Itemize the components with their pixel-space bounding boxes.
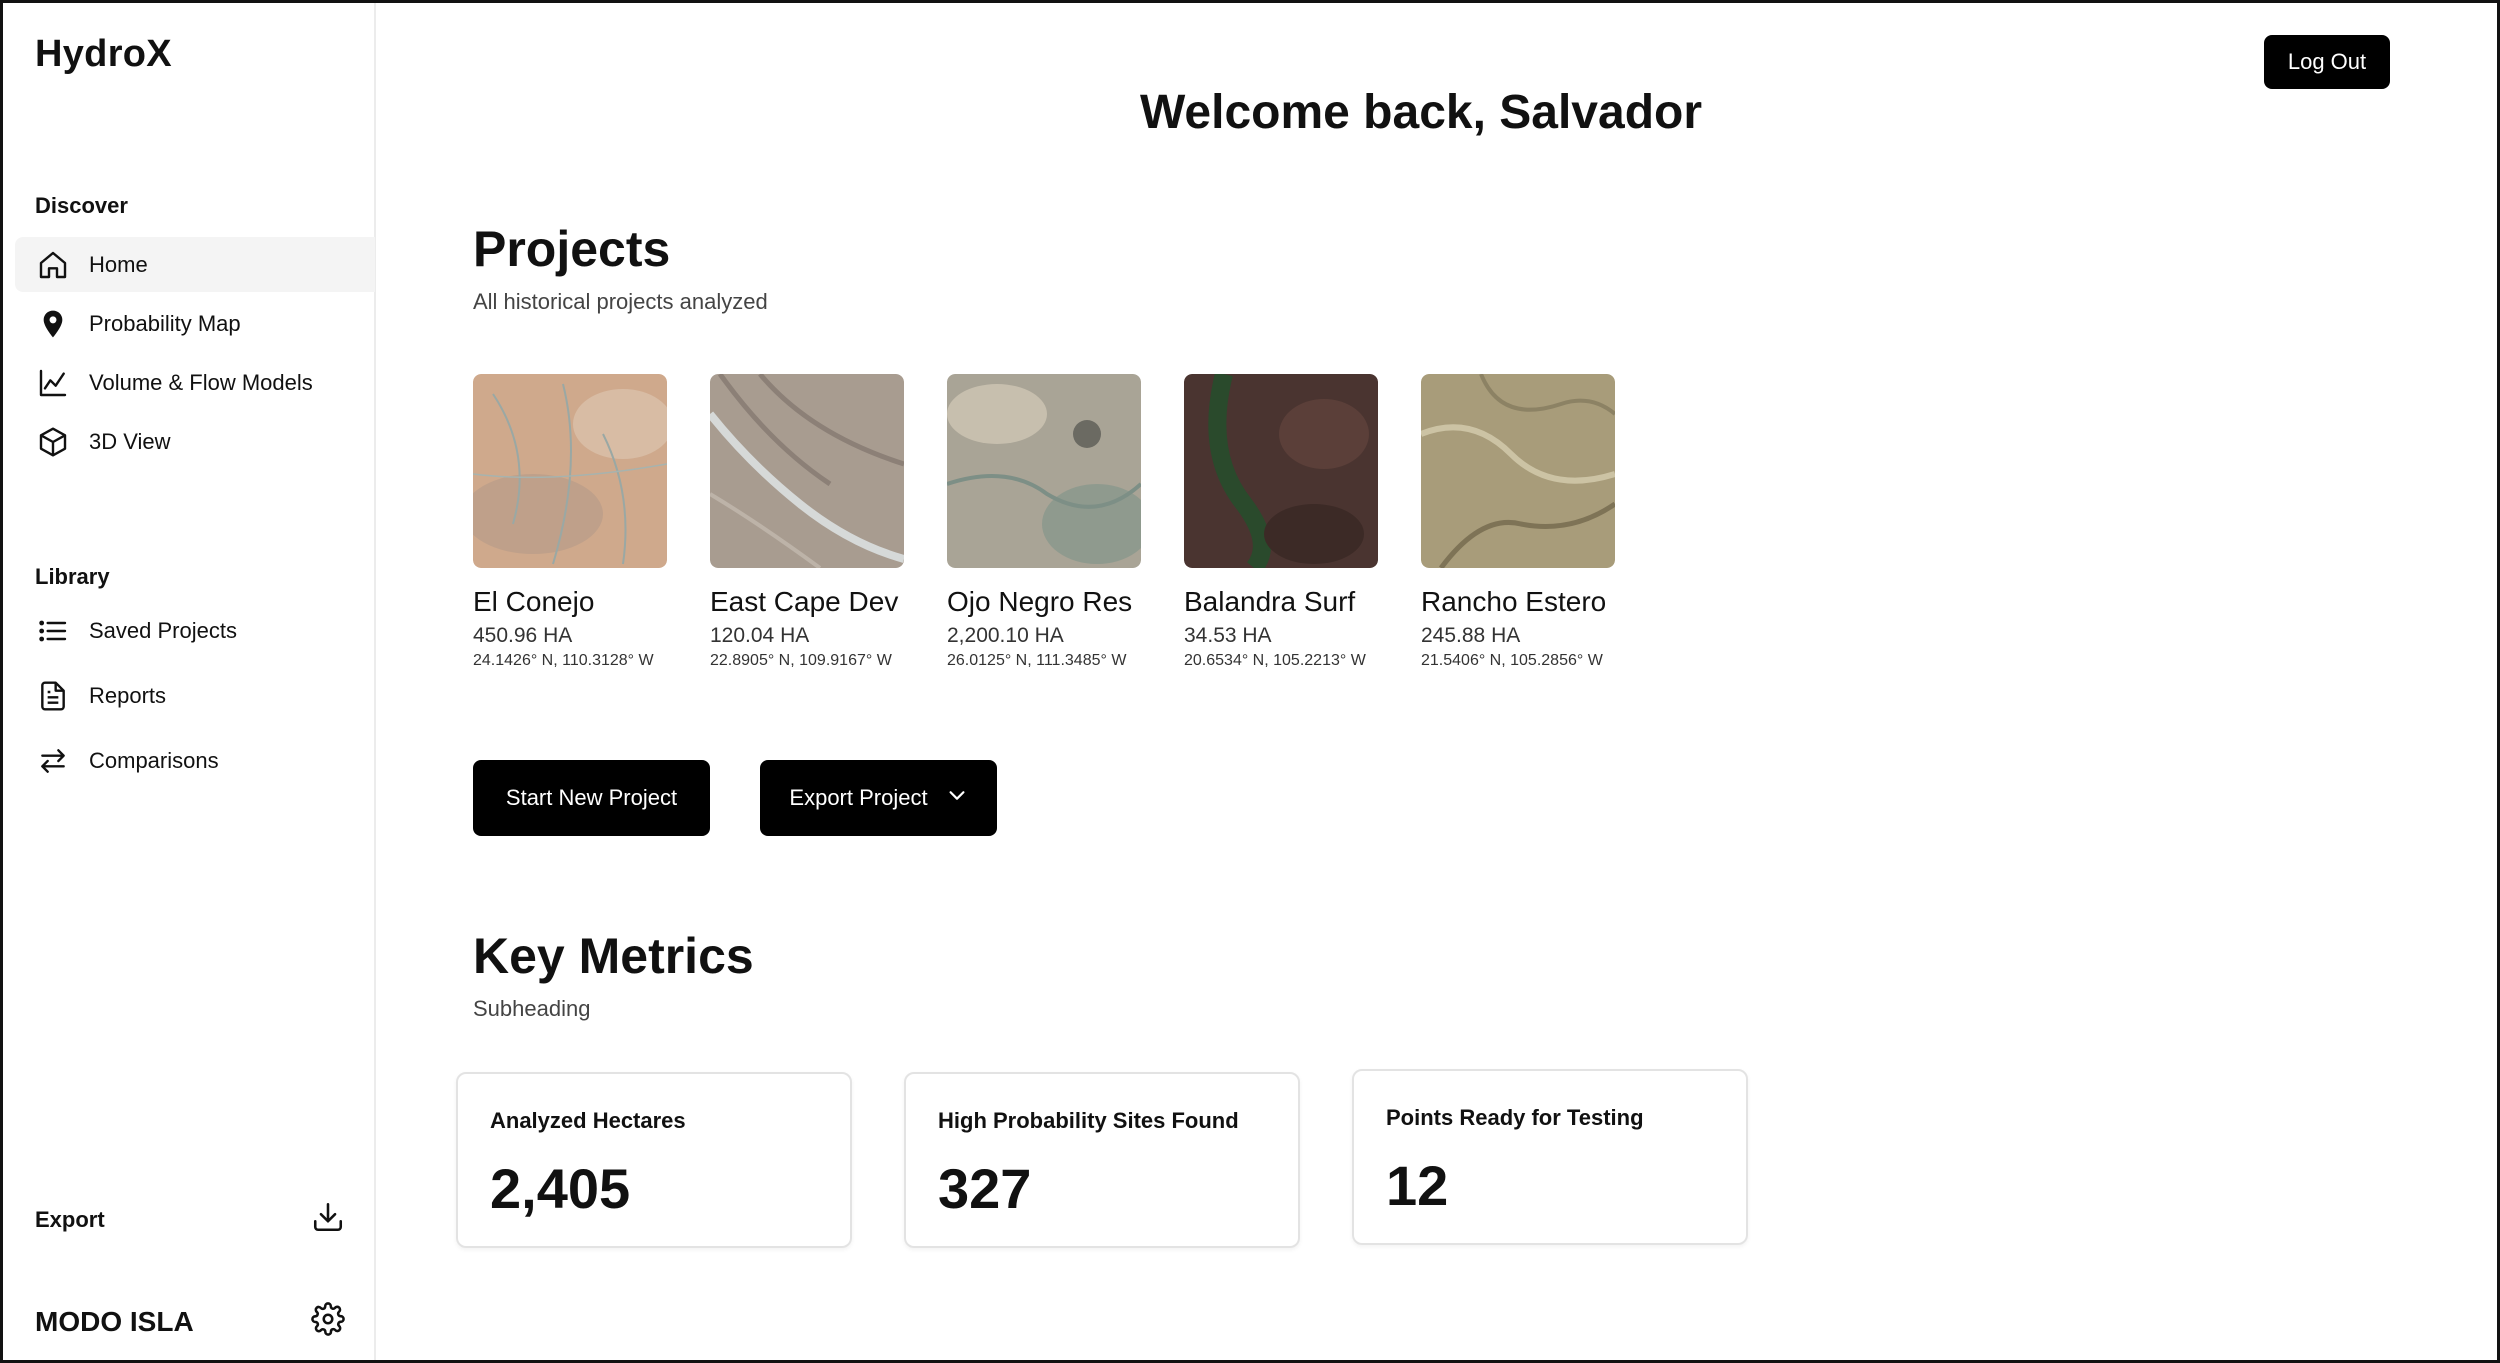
sidebar-item-saved-projects[interactable]: Saved Projects <box>15 603 375 658</box>
export-project-button[interactable]: Export Project <box>760 760 997 836</box>
projects-title: Projects <box>473 221 671 277</box>
project-name: Ojo Negro Res <box>947 586 1133 617</box>
metric-card: Analyzed Hectares 2,405 <box>456 1072 852 1248</box>
sidebar-item-label: Probability Map <box>89 310 241 336</box>
project-card[interactable]: East Cape Dev 120.04 HA 22.8905° N, 109.… <box>710 374 910 670</box>
project-name: El Conejo <box>473 586 595 617</box>
project-area: 245.88 HA <box>1421 624 1521 647</box>
project-area: 450.96 HA <box>473 624 573 647</box>
metric-card: Points Ready for Testing 12 <box>1352 1069 1748 1245</box>
project-name: Balandra Surf <box>1184 586 1356 617</box>
brand-label: MODO ISLA <box>35 1305 194 1337</box>
metric-title: Analyzed Hectares <box>490 1108 686 1133</box>
sidebar-item-label: Reports <box>89 682 167 708</box>
project-card[interactable]: El Conejo 450.96 HA 24.1426° N, 110.3128… <box>473 374 673 670</box>
project-area: 34.53 HA <box>1184 624 1272 647</box>
sidebar-item-label: Comparisons <box>89 747 219 773</box>
document-icon <box>37 680 69 712</box>
project-coordinates: 24.1426° N, 110.3128° W <box>473 652 654 669</box>
sidebar: HydroX Discover Home Probability Map Vol… <box>3 3 376 1360</box>
metric-card: High Probability Sites Found 327 <box>904 1072 1300 1248</box>
project-area: 120.04 HA <box>710 624 810 647</box>
projects-subtitle: All historical projects analyzed <box>473 289 768 314</box>
sidebar-item-home[interactable]: Home <box>15 237 375 292</box>
sidebar-item-probability-map[interactable]: Probability Map <box>15 296 375 351</box>
metric-value: 2,405 <box>490 1157 631 1220</box>
project-name: East Cape Dev <box>710 586 899 617</box>
cube-icon <box>37 426 69 458</box>
swap-arrows-icon <box>37 745 69 777</box>
sidebar-item-volume-flow-models[interactable]: Volume & Flow Models <box>15 355 375 410</box>
satellite-thumbnail[interactable] <box>473 374 667 568</box>
key-metrics-subtitle: Subheading <box>473 996 591 1021</box>
line-chart-icon <box>37 367 69 399</box>
logout-button[interactable]: Log Out <box>2264 35 2390 89</box>
project-coordinates: 22.8905° N, 109.9167° W <box>710 652 892 669</box>
project-card[interactable]: Rancho Estero 245.88 HA 21.5406° N, 105.… <box>1421 374 1621 670</box>
download-icon[interactable] <box>311 1200 345 1239</box>
project-area: 2,200.10 HA <box>947 624 1064 647</box>
satellite-thumbnail[interactable] <box>1421 374 1615 568</box>
project-coordinates: 21.5406° N, 105.2856° W <box>1421 652 1603 669</box>
app-logo: HydroX <box>35 33 172 75</box>
sidebar-item-label: 3D View <box>89 428 171 454</box>
sidebar-item-label: Volume & Flow Models <box>89 369 313 395</box>
metric-title: High Probability Sites Found <box>938 1108 1239 1133</box>
gear-icon[interactable] <box>311 1302 345 1341</box>
sidebar-item-label: Saved Projects <box>89 617 237 643</box>
sidebar-item-comparisons[interactable]: Comparisons <box>15 733 375 788</box>
satellite-thumbnail[interactable] <box>1184 374 1378 568</box>
project-name: Rancho Estero <box>1421 586 1607 617</box>
key-metrics-title: Key Metrics <box>473 928 754 984</box>
start-new-project-button[interactable]: Start New Project <box>473 760 710 836</box>
sidebar-item-label: Home <box>89 251 148 277</box>
welcome-heading: Welcome back, Salvador <box>1139 86 1703 139</box>
project-card[interactable]: Ojo Negro Res 2,200.10 HA 26.0125° N, 11… <box>947 374 1147 670</box>
metric-value: 12 <box>1386 1154 1449 1217</box>
export-label: Export <box>35 1206 105 1232</box>
metric-value: 327 <box>938 1157 1032 1220</box>
project-coordinates: 20.6534° N, 105.2213° W <box>1184 652 1366 669</box>
satellite-thumbnail[interactable] <box>947 374 1141 568</box>
library-section-label: Library <box>35 564 110 589</box>
sidebar-item-3d-view[interactable]: 3D View <box>15 414 375 469</box>
map-pin-icon <box>37 308 69 340</box>
satellite-thumbnail[interactable] <box>710 374 904 568</box>
project-card[interactable]: Balandra Surf 34.53 HA 20.6534° N, 105.2… <box>1184 374 1384 670</box>
project-coordinates: 26.0125° N, 111.3485° W <box>947 652 1127 669</box>
export-project-label: Export Project <box>789 785 928 810</box>
discover-section-label: Discover <box>35 193 128 218</box>
export-row[interactable]: Export <box>35 1200 345 1239</box>
start-new-project-label: Start New Project <box>505 785 678 810</box>
metric-title: Points Ready for Testing <box>1386 1105 1644 1130</box>
sidebar-item-reports[interactable]: Reports <box>15 668 375 723</box>
chevron-down-icon <box>946 784 968 812</box>
home-icon <box>37 249 69 281</box>
brand-row: MODO ISLA <box>35 1302 345 1341</box>
list-icon <box>37 615 69 647</box>
